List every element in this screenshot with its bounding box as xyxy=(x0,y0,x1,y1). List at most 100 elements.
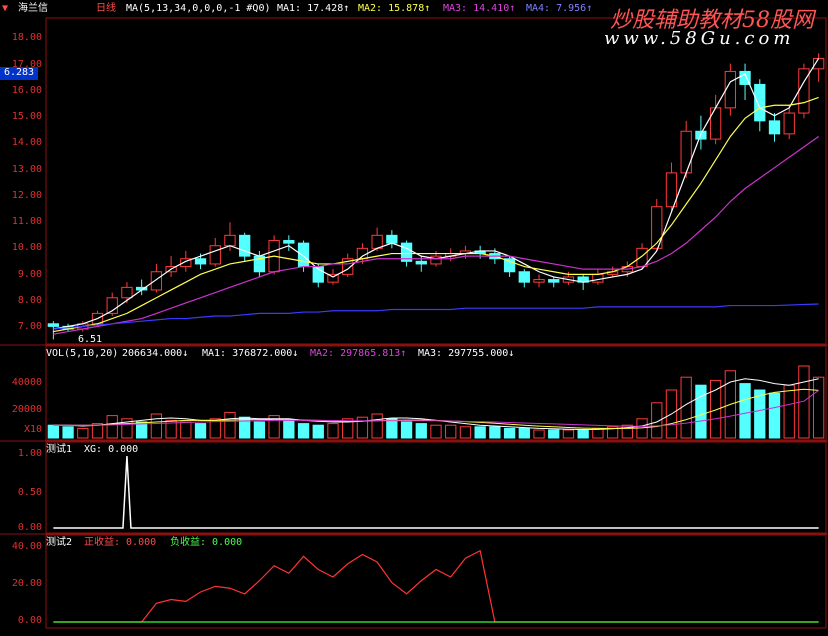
ma-formula: MA(5,13,34,0,0,0,-1 #Q0) xyxy=(126,3,271,14)
price-tick: 9.00 xyxy=(17,269,42,280)
price-tick: 8.00 xyxy=(17,295,42,306)
candle-body xyxy=(592,273,604,283)
ma3-line xyxy=(53,135,819,335)
stock-name: 海兰信 xyxy=(18,3,48,14)
volume-bar xyxy=(445,424,457,439)
ind2-tick: 20.00 xyxy=(11,578,42,589)
candle-body xyxy=(224,234,236,247)
volume-bar xyxy=(224,411,236,439)
period-label[interactable]: 日线 xyxy=(96,3,116,15)
ind2-loss-value: 负收益: 0.000 xyxy=(170,537,243,548)
volume-bar xyxy=(459,426,472,439)
volume-bar xyxy=(754,389,766,439)
indicator1-chart[interactable] xyxy=(53,455,819,529)
panel-border xyxy=(45,441,827,534)
volume-bar xyxy=(680,376,692,439)
ma2-value: MA2: 15.878↑ xyxy=(358,3,431,14)
volume-bar xyxy=(239,416,251,439)
price-tick: 12.00 xyxy=(11,190,42,201)
volume-bar xyxy=(312,424,324,439)
volume-bar xyxy=(415,423,427,439)
candle-body xyxy=(768,120,781,135)
vol-ma1: MA1: 376872.000↓ xyxy=(202,348,299,359)
volume-bar xyxy=(327,423,339,439)
volume-bar xyxy=(489,426,501,439)
price-tick: 11.00 xyxy=(11,216,42,227)
vol-tick: 20000 xyxy=(11,404,42,415)
ind1-name: 测试1 xyxy=(46,444,73,455)
vol-value: 206634.000↓ xyxy=(122,348,189,359)
current-price-badge: 6.283 xyxy=(0,67,38,80)
volume-chart[interactable] xyxy=(47,365,825,439)
candle-body xyxy=(430,255,442,265)
ma3-value: MA3: 14.410↑ xyxy=(443,3,516,14)
candle-body xyxy=(47,323,60,327)
watermark-url: www.58Gu.com xyxy=(604,28,795,49)
ma4-line xyxy=(53,303,819,330)
volume-bar xyxy=(253,421,266,439)
vol-tick: 40000 xyxy=(11,377,42,388)
ind2-tick: 0.00 xyxy=(17,615,42,626)
indicator2-chart[interactable] xyxy=(53,549,819,623)
volume-bar xyxy=(548,429,560,439)
candle-body xyxy=(150,271,163,291)
ma4-value: MA4: 7.956↑ xyxy=(526,3,593,14)
volume-bar xyxy=(430,424,442,439)
volume-bar xyxy=(194,423,207,439)
price-tick: 18.00 xyxy=(11,32,42,43)
volume-bar xyxy=(577,429,589,439)
volume-bar xyxy=(768,392,781,439)
candle-body xyxy=(386,234,398,244)
low-price-label: 6.51 xyxy=(78,334,103,345)
candle-body xyxy=(209,245,221,265)
ind2-name: 测试2 xyxy=(46,537,73,548)
price-tick: 16.00 xyxy=(11,85,42,96)
ma1-value: MA1: 17.428↑ xyxy=(277,3,350,14)
candle-body xyxy=(548,279,560,283)
price-tick: 15.00 xyxy=(11,111,42,122)
volume-bar xyxy=(62,426,74,439)
candle-body xyxy=(680,130,692,174)
ind1-xg-value: XG: 0.000 xyxy=(84,444,139,455)
price-tick: 7.00 xyxy=(17,321,42,332)
price-tick: 10.00 xyxy=(11,242,42,253)
candle-body xyxy=(709,107,722,140)
vol-ma3: MA3: 297755.000↓ xyxy=(418,348,515,359)
candle-body xyxy=(121,286,133,299)
candle-body xyxy=(297,242,310,268)
ind2-profit-value: 正收益: 0.000 xyxy=(84,537,157,548)
ind1-tick: 1.00 xyxy=(17,448,42,459)
panel-border xyxy=(45,534,827,629)
price-chart[interactable] xyxy=(47,53,825,340)
ind1-tick: 0.50 xyxy=(17,487,42,498)
ma1-line xyxy=(53,58,820,330)
volume-bar xyxy=(371,413,383,439)
candle-body xyxy=(783,112,795,135)
volume-bar xyxy=(400,421,413,439)
volume-bar xyxy=(783,384,795,439)
volume-bar xyxy=(150,413,163,439)
ind2-tick: 40.00 xyxy=(11,541,42,552)
volume-bar xyxy=(739,383,751,439)
profit-line xyxy=(53,549,819,623)
volume-bar xyxy=(695,384,707,439)
menu-arrow-icon[interactable]: ▼ xyxy=(2,3,8,15)
volume-bar xyxy=(106,415,118,439)
candle-body xyxy=(239,234,251,257)
vol-name: VOL(5,10,20) xyxy=(46,348,119,359)
volume-bar xyxy=(709,379,722,439)
volume-bar xyxy=(77,427,89,439)
volume-bar xyxy=(386,418,398,439)
price-tick: 13.00 xyxy=(11,164,42,175)
xg-line xyxy=(53,455,819,529)
volume-bar xyxy=(47,424,60,439)
candle-body xyxy=(371,234,383,249)
volume-bar xyxy=(562,429,575,439)
volume-bar xyxy=(283,419,295,439)
candle-body xyxy=(724,70,736,109)
candle-body xyxy=(356,247,369,260)
ind1-tick: 0.00 xyxy=(17,522,42,533)
vol-ma2: MA2: 297865.813↑ xyxy=(310,348,407,359)
volume-bar xyxy=(297,423,310,439)
candle-body xyxy=(283,240,295,244)
